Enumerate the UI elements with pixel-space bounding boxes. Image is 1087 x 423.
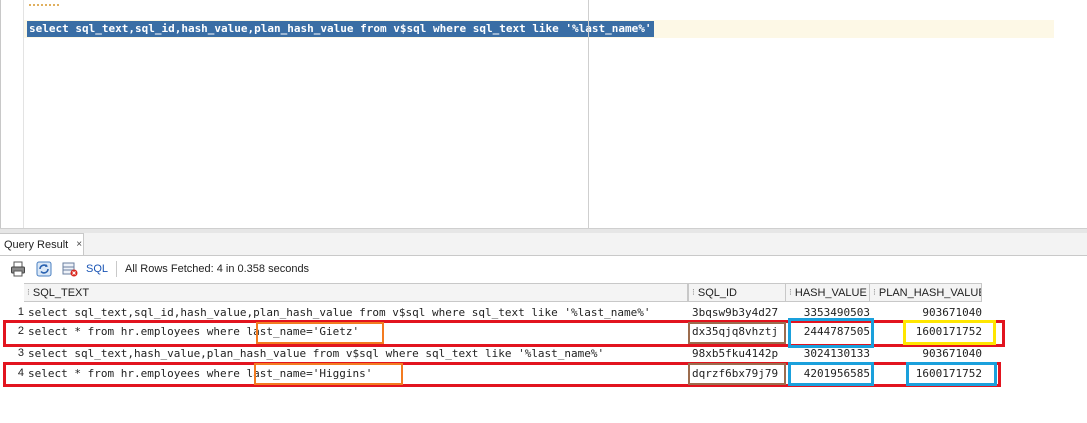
sql-id-row-4-highlight-box (688, 363, 786, 385)
column-header-label: SQL_ID (697, 286, 738, 299)
tab-query-result[interactable]: Query Result × (0, 233, 84, 255)
sql-worksheet-editor[interactable]: select sql_text,sql_id,hash_value,plan_h… (0, 0, 1087, 228)
column-grip-icon: ⁝ (873, 287, 876, 297)
column-header-hash-value[interactable]: ⁝ HASH_VALUE (786, 283, 870, 302)
column-header-sql-text[interactable]: ⁝ SQL_TEXT (24, 283, 688, 302)
plan-hash-row-2-highlight-box (903, 320, 996, 345)
close-tab-icon[interactable]: × (76, 239, 82, 250)
delete-rows-icon[interactable] (62, 261, 78, 277)
column-grip-icon: ⁝ (27, 287, 30, 297)
predicate-higgins-highlight-box (254, 363, 403, 385)
selected-sql-query[interactable]: select sql_text,sql_id,hash_value,plan_h… (27, 21, 654, 37)
results-tab-strip: Query Result × (0, 233, 1087, 256)
column-header-label: HASH_VALUE (794, 286, 867, 299)
hash-row-2-highlight-box (788, 318, 874, 348)
column-grip-icon: ⁝ (692, 287, 695, 297)
sql-button[interactable]: SQL (86, 263, 108, 275)
grid-header-row: ⁝ SQL_TEXT ⁝ SQL_ID ⁝ HASH_VALUE ⁝ PLAN_… (4, 283, 1087, 302)
plan-hash-row-4-highlight-box (906, 362, 997, 386)
fetch-status-text: All Rows Fetched: 4 in 0.358 seconds (125, 263, 310, 275)
editor-warning-squiggle (29, 0, 59, 6)
column-header-sql-id[interactable]: ⁝ SQL_ID (688, 283, 786, 302)
results-toolbar: SQL All Rows Fetched: 4 in 0.358 seconds (0, 256, 1087, 282)
column-header-plan-hash-value[interactable]: ⁝ PLAN_HASH_VALUE (870, 283, 982, 302)
editor-right-margin (588, 0, 589, 228)
column-header-label: SQL_TEXT (32, 286, 90, 299)
predicate-gietz-highlight-box (256, 322, 384, 344)
print-icon[interactable] (10, 261, 26, 277)
sql-id-row-2-highlight-box (688, 322, 786, 344)
column-header-label: PLAN_HASH_VALUE (878, 286, 982, 299)
hash-row-4-highlight-box (788, 362, 874, 386)
refresh-icon[interactable] (36, 261, 52, 277)
tab-query-result-label: Query Result (4, 238, 69, 251)
column-grip-icon: ⁝ (789, 287, 792, 297)
toolbar-separator (116, 261, 118, 277)
